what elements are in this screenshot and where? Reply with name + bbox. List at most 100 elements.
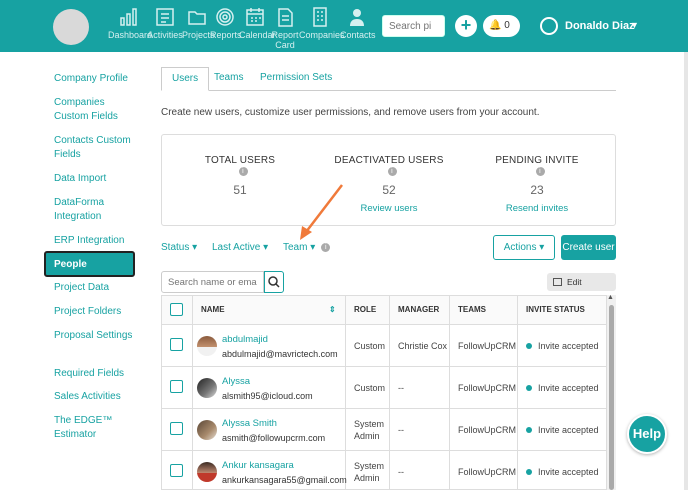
annotation-arrow bbox=[300, 184, 343, 240]
avatar bbox=[197, 378, 217, 398]
team-filter[interactable]: Team ▾ i bbox=[283, 242, 331, 253]
report-card-icon bbox=[271, 6, 299, 28]
row-checkbox[interactable] bbox=[170, 422, 183, 435]
sidebar-item-project-folders[interactable]: Project Folders bbox=[54, 305, 134, 319]
edit-columns-button[interactable]: Edit Columns bbox=[547, 273, 616, 305]
sidebar-item-people[interactable]: People bbox=[44, 251, 135, 277]
user-team: FollowUpCRM bbox=[450, 409, 518, 451]
user-role: System Admin bbox=[346, 409, 390, 451]
column-header-name[interactable]: NAME ⇕ bbox=[193, 296, 346, 324]
column-header-role[interactable]: ROLE bbox=[346, 296, 390, 324]
user-name[interactable]: Donaldo Diaz bbox=[565, 20, 635, 32]
nav-contacts[interactable]: Contacts bbox=[340, 6, 376, 40]
calendar-icon bbox=[239, 6, 271, 28]
table-row[interactable]: Alyssa alsmith95@icloud.com Custom -- Fo… bbox=[162, 366, 606, 409]
page-scrollbar[interactable] bbox=[684, 52, 688, 490]
sidebar-item-data-import[interactable]: Data Import bbox=[54, 172, 134, 186]
resend-invites-link[interactable]: Resend invites bbox=[488, 203, 586, 214]
contacts-icon bbox=[340, 6, 374, 28]
user-role: Custom bbox=[346, 367, 390, 409]
user-search-input[interactable] bbox=[161, 271, 264, 293]
sidebar-item-dataforma-integration[interactable]: DataForma Integration bbox=[54, 196, 134, 224]
user-email: ankurkansagara55@gmail.com bbox=[222, 475, 347, 485]
company-logo[interactable] bbox=[53, 9, 89, 45]
notification-count: 0 bbox=[504, 20, 510, 31]
info-icon[interactable]: i bbox=[535, 167, 545, 176]
stat-deactivated-users: DEACTIVATED USERSi 52 Review users bbox=[330, 155, 448, 214]
actions-dropdown-button[interactable]: Actions ▾ bbox=[493, 235, 555, 260]
column-header-teams[interactable]: TEAMS bbox=[450, 296, 518, 324]
tab-permission-sets[interactable]: Permission Sets bbox=[250, 67, 342, 91]
user-name-link[interactable]: Alyssa Smith bbox=[222, 418, 277, 429]
status-filter[interactable]: Status ▾ bbox=[161, 242, 197, 253]
sidebar-item-required-fields[interactable]: Required Fields bbox=[54, 367, 134, 381]
user-name-link[interactable]: Ankur kansagara bbox=[222, 460, 294, 471]
tab-users[interactable]: Users bbox=[161, 67, 210, 91]
help-button[interactable]: Help bbox=[627, 414, 667, 454]
tab-teams[interactable]: Teams bbox=[204, 67, 253, 91]
status-dot bbox=[526, 427, 532, 433]
invite-status: Invite accepted bbox=[518, 367, 606, 409]
column-header-invite-status[interactable]: INVITE STATUS bbox=[518, 296, 606, 324]
nav-reports[interactable]: Reports bbox=[210, 6, 242, 40]
sidebar-item-erp-integration[interactable]: ERP Integration bbox=[54, 234, 134, 248]
sort-icon[interactable]: ⇕ bbox=[329, 296, 336, 324]
nav-activities[interactable]: Activities bbox=[147, 6, 183, 40]
caret-down-icon: ▾ bbox=[192, 242, 198, 253]
stat-pending-invite: PENDING INVITEi 23 Resend invites bbox=[488, 155, 586, 214]
nav-dashboard[interactable]: Dashboard bbox=[108, 6, 152, 40]
bar-chart-icon bbox=[108, 6, 150, 28]
create-user-button[interactable]: Create user bbox=[561, 235, 616, 260]
column-header-manager[interactable]: MANAGER bbox=[390, 296, 450, 324]
search-button[interactable] bbox=[264, 271, 284, 293]
stat-total-users: TOTAL USERSi 51 bbox=[204, 155, 276, 197]
chevron-down-icon[interactable]: ▼ bbox=[630, 20, 639, 30]
info-icon[interactable]: i bbox=[238, 167, 248, 176]
avatar bbox=[197, 420, 217, 440]
nav-calendar[interactable]: Calendar bbox=[239, 6, 276, 40]
info-icon[interactable]: i bbox=[387, 167, 397, 176]
user-name-link[interactable]: abdulmajid bbox=[222, 334, 268, 345]
global-search-input[interactable] bbox=[382, 15, 445, 37]
sidebar-item-sales-activities[interactable]: Sales Activities bbox=[54, 390, 134, 404]
info-icon[interactable]: i bbox=[321, 243, 331, 252]
avatar bbox=[197, 462, 217, 482]
sidebar-item-companies-custom-fields[interactable]: Companies Custom Fields bbox=[54, 96, 134, 124]
search-icon bbox=[268, 276, 280, 288]
sidebar-item-company-profile[interactable]: Company Profile bbox=[54, 72, 134, 86]
row-checkbox[interactable] bbox=[170, 380, 183, 393]
nav-projects[interactable]: Projects bbox=[182, 6, 215, 40]
user-name-link[interactable]: Alyssa bbox=[222, 376, 250, 387]
user-avatar-icon[interactable] bbox=[540, 17, 558, 35]
invite-status: Invite accepted bbox=[518, 409, 606, 451]
sidebar-item-contacts-custom-fields[interactable]: Contacts Custom Fields bbox=[54, 134, 134, 162]
nav-companies[interactable]: Companies bbox=[299, 6, 345, 40]
notifications-button[interactable]: 🔔 0 bbox=[483, 15, 520, 37]
user-manager: -- bbox=[390, 367, 450, 409]
nav-report-card[interactable]: Report Card bbox=[271, 6, 299, 50]
caret-down-icon: ▾ bbox=[539, 242, 545, 253]
user-email: abdulmajid@mavrictech.com bbox=[222, 349, 338, 359]
table-row[interactable]: Ankur kansagara ankurkansagara55@gmail.c… bbox=[162, 450, 606, 489]
user-team: FollowUpCRM bbox=[450, 325, 518, 367]
table-scroll-thumb[interactable] bbox=[609, 305, 614, 490]
sidebar-item-proposal-settings[interactable]: Proposal Settings bbox=[54, 329, 134, 343]
scroll-up-icon[interactable]: ▲ bbox=[607, 294, 614, 301]
review-users-link[interactable]: Review users bbox=[330, 203, 448, 214]
sidebar-item-edge-estimator[interactable]: The EDGE™ Estimator bbox=[54, 414, 134, 442]
user-manager: -- bbox=[390, 409, 450, 451]
row-checkbox[interactable] bbox=[170, 338, 183, 351]
user-role: Custom bbox=[346, 325, 390, 367]
last-active-filter[interactable]: Last Active ▾ bbox=[212, 242, 268, 253]
table-row[interactable]: abdulmajid abdulmajid@mavrictech.com Cus… bbox=[162, 324, 606, 367]
quick-add-button[interactable]: + bbox=[455, 15, 477, 37]
status-dot bbox=[526, 343, 532, 349]
table-row[interactable]: Alyssa Smith asmith@followupcrm.com Syst… bbox=[162, 408, 606, 451]
target-icon bbox=[210, 6, 240, 28]
status-dot bbox=[526, 385, 532, 391]
sidebar-item-project-data[interactable]: Project Data bbox=[54, 281, 134, 295]
checklist-icon bbox=[147, 6, 183, 28]
user-manager: -- bbox=[390, 451, 450, 489]
row-checkbox[interactable] bbox=[170, 464, 183, 477]
select-all-checkbox[interactable] bbox=[170, 303, 183, 316]
